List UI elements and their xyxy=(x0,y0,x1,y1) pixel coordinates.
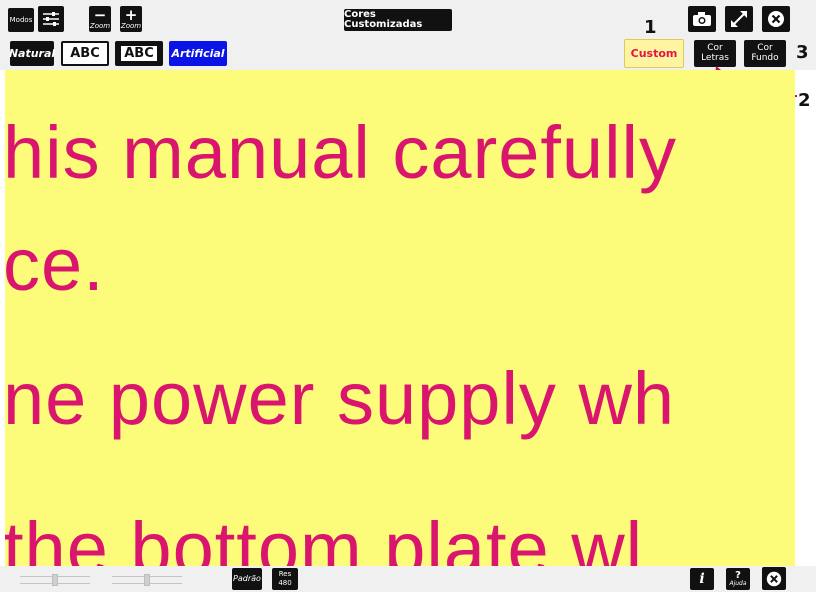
cor-fundo-line1: Cor xyxy=(757,43,773,53)
magnified-view[interactable]: his manual carefully ce. ne power supply… xyxy=(5,70,795,566)
sliders-icon xyxy=(43,12,59,26)
custom-label: Custom xyxy=(630,47,678,60)
slider-knob[interactable] xyxy=(144,574,150,586)
abc-label-1: ABC xyxy=(70,46,100,61)
artificial-mode-button[interactable]: Artificial xyxy=(169,41,227,66)
brightness-slider[interactable] xyxy=(20,572,90,588)
cor-letras-line1: Cor xyxy=(707,43,723,53)
zoom-out-button[interactable]: − Zoom xyxy=(89,6,111,32)
natural-mode-button[interactable]: Natural xyxy=(8,41,56,66)
settings-button[interactable] xyxy=(38,6,64,32)
close-button-top[interactable] xyxy=(762,6,790,32)
fullscreen-button[interactable] xyxy=(725,6,753,32)
zoom-out-symbol: − xyxy=(93,6,107,24)
help-label: Ajuda xyxy=(729,580,747,587)
resolution-button[interactable]: Res 480 xyxy=(272,568,298,590)
zoom-in-button[interactable]: + Zoom xyxy=(120,6,142,32)
camera-icon xyxy=(693,12,711,26)
info-button[interactable]: i xyxy=(690,568,714,590)
zoom-out-label: Zoom xyxy=(89,22,111,30)
res-value: 480 xyxy=(278,579,292,587)
close-icon xyxy=(768,11,784,27)
contrast-slider[interactable] xyxy=(112,572,182,588)
cor-fundo-line2: Fundo xyxy=(751,53,779,63)
camera-button[interactable] xyxy=(688,6,716,32)
help-button[interactable]: ? Ajuda xyxy=(726,568,750,590)
artificial-label: Artificial xyxy=(171,47,225,60)
modos-label: Modos xyxy=(9,15,33,24)
modos-button[interactable]: Modos xyxy=(8,8,34,32)
viewer-line-2: ce. xyxy=(5,223,105,306)
padrao-label: Padrão xyxy=(233,574,261,583)
abc-mode-button-2[interactable]: ABC xyxy=(115,41,163,66)
slider-knob[interactable] xyxy=(52,574,58,586)
custom-mode-button[interactable]: Custom xyxy=(624,39,684,68)
viewer-line-1: his manual carefully xyxy=(5,111,677,194)
close-icon xyxy=(766,571,782,586)
cor-letras-button[interactable]: Cor Letras xyxy=(694,40,736,67)
viewer-line-4: the bottom plate wl xyxy=(5,507,644,566)
annotation-1: 1 xyxy=(644,17,657,38)
viewer-line-3: ne power supply wh xyxy=(5,357,676,440)
res-label: Res xyxy=(278,570,292,578)
abc-label-2: ABC xyxy=(121,46,157,61)
natural-label: Natural xyxy=(8,47,56,60)
zoom-in-label: Zoom xyxy=(120,22,142,30)
annotation-3: 3 xyxy=(796,42,809,63)
cor-letras-line2: Letras xyxy=(701,53,729,63)
close-button-bottom[interactable] xyxy=(762,567,786,590)
fullscreen-icon xyxy=(731,11,747,27)
zoom-in-symbol: + xyxy=(124,6,138,24)
cor-fundo-button[interactable]: Cor Fundo xyxy=(744,40,786,67)
abc-mode-button-1[interactable]: ABC xyxy=(61,41,109,66)
page-title: Cores Customizadas xyxy=(344,9,423,30)
padrao-button[interactable]: Padrão xyxy=(232,568,262,590)
title-label: Cores Customizadas xyxy=(344,9,452,31)
info-icon: i xyxy=(699,571,705,587)
